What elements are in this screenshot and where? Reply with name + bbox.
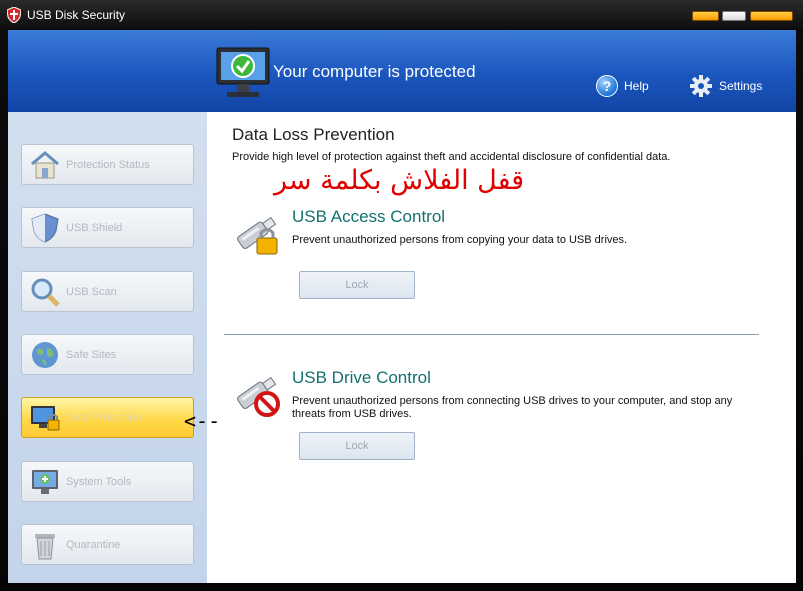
settings-label: Settings (719, 79, 763, 93)
globe-icon (32, 342, 58, 368)
usb-lock-icon (237, 216, 278, 255)
usb-access-lock-button[interactable]: Lock (299, 271, 415, 299)
title-bar[interactable]: USB Disk Security (0, 0, 803, 30)
usb-access-control-title: USB Access Control (292, 207, 446, 226)
maximize-button[interactable] (722, 11, 746, 21)
sidebar-item-label: Quarantine (66, 539, 121, 551)
usb-access-control-desc: Prevent unauthorized persons from copyin… (292, 234, 628, 246)
sidebar: Protection Status USB Shield USB Scan Sa… (8, 112, 207, 583)
magnifier-icon (31, 278, 60, 307)
usb-blocked-icon (237, 376, 280, 417)
minimize-button[interactable] (692, 11, 719, 21)
page-description: Provide high level of protection against… (232, 151, 671, 163)
divider (224, 334, 759, 335)
gear-icon (690, 75, 712, 97)
shield-icon (31, 213, 59, 243)
window-title: USB Disk Security (27, 8, 126, 22)
usb-drive-lock-button[interactable]: Lock (299, 432, 415, 460)
sidebar-item-label: Protection Status (66, 159, 150, 171)
header-banner: Your computer is protected ? Help Settin… (8, 30, 796, 112)
house-icon (31, 151, 59, 179)
help-icon: ? (596, 75, 618, 97)
sidebar-item-data-protection[interactable]: Data Protection (21, 397, 194, 438)
app-shield-icon (7, 7, 21, 23)
sidebar-item-quarantine[interactable]: Quarantine (21, 524, 194, 565)
sidebar-item-protection-status[interactable]: Protection Status (21, 144, 194, 185)
sidebar-item-usb-shield[interactable]: USB Shield (21, 207, 194, 248)
main-content: Data Loss Prevention Provide high level … (207, 112, 796, 583)
help-label: Help (624, 79, 649, 93)
usb-drive-control-title: USB Drive Control (292, 368, 431, 387)
sidebar-item-system-tools[interactable]: System Tools (21, 461, 194, 502)
trash-bin-icon (35, 534, 55, 560)
protection-status-text: Your computer is protected (273, 62, 476, 81)
monitor-check-icon (216, 47, 270, 97)
arabic-annotation: قفل الفلاش بكلمة سر (274, 165, 525, 196)
sidebar-item-safe-sites[interactable]: Safe Sites (21, 334, 194, 375)
app-window: USB Disk Security Your computer is prote… (0, 0, 803, 591)
usb-drive-control-desc: Prevent unauthorized persons from connec… (292, 395, 733, 420)
close-button[interactable] (750, 11, 793, 21)
sidebar-item-label: Safe Sites (66, 349, 117, 361)
sidebar-item-label: System Tools (66, 476, 132, 488)
sidebar-item-label: USB Shield (66, 222, 123, 234)
data-protection-icon (31, 406, 60, 431)
sidebar-item-label: Data Protection (66, 412, 142, 424)
arrow-annotation: <-- (184, 409, 221, 433)
sidebar-item-usb-scan[interactable]: USB Scan (21, 271, 194, 312)
page-title: Data Loss Prevention (232, 125, 395, 144)
sidebar-item-label: USB Scan (66, 286, 117, 298)
system-tools-icon (32, 470, 58, 494)
